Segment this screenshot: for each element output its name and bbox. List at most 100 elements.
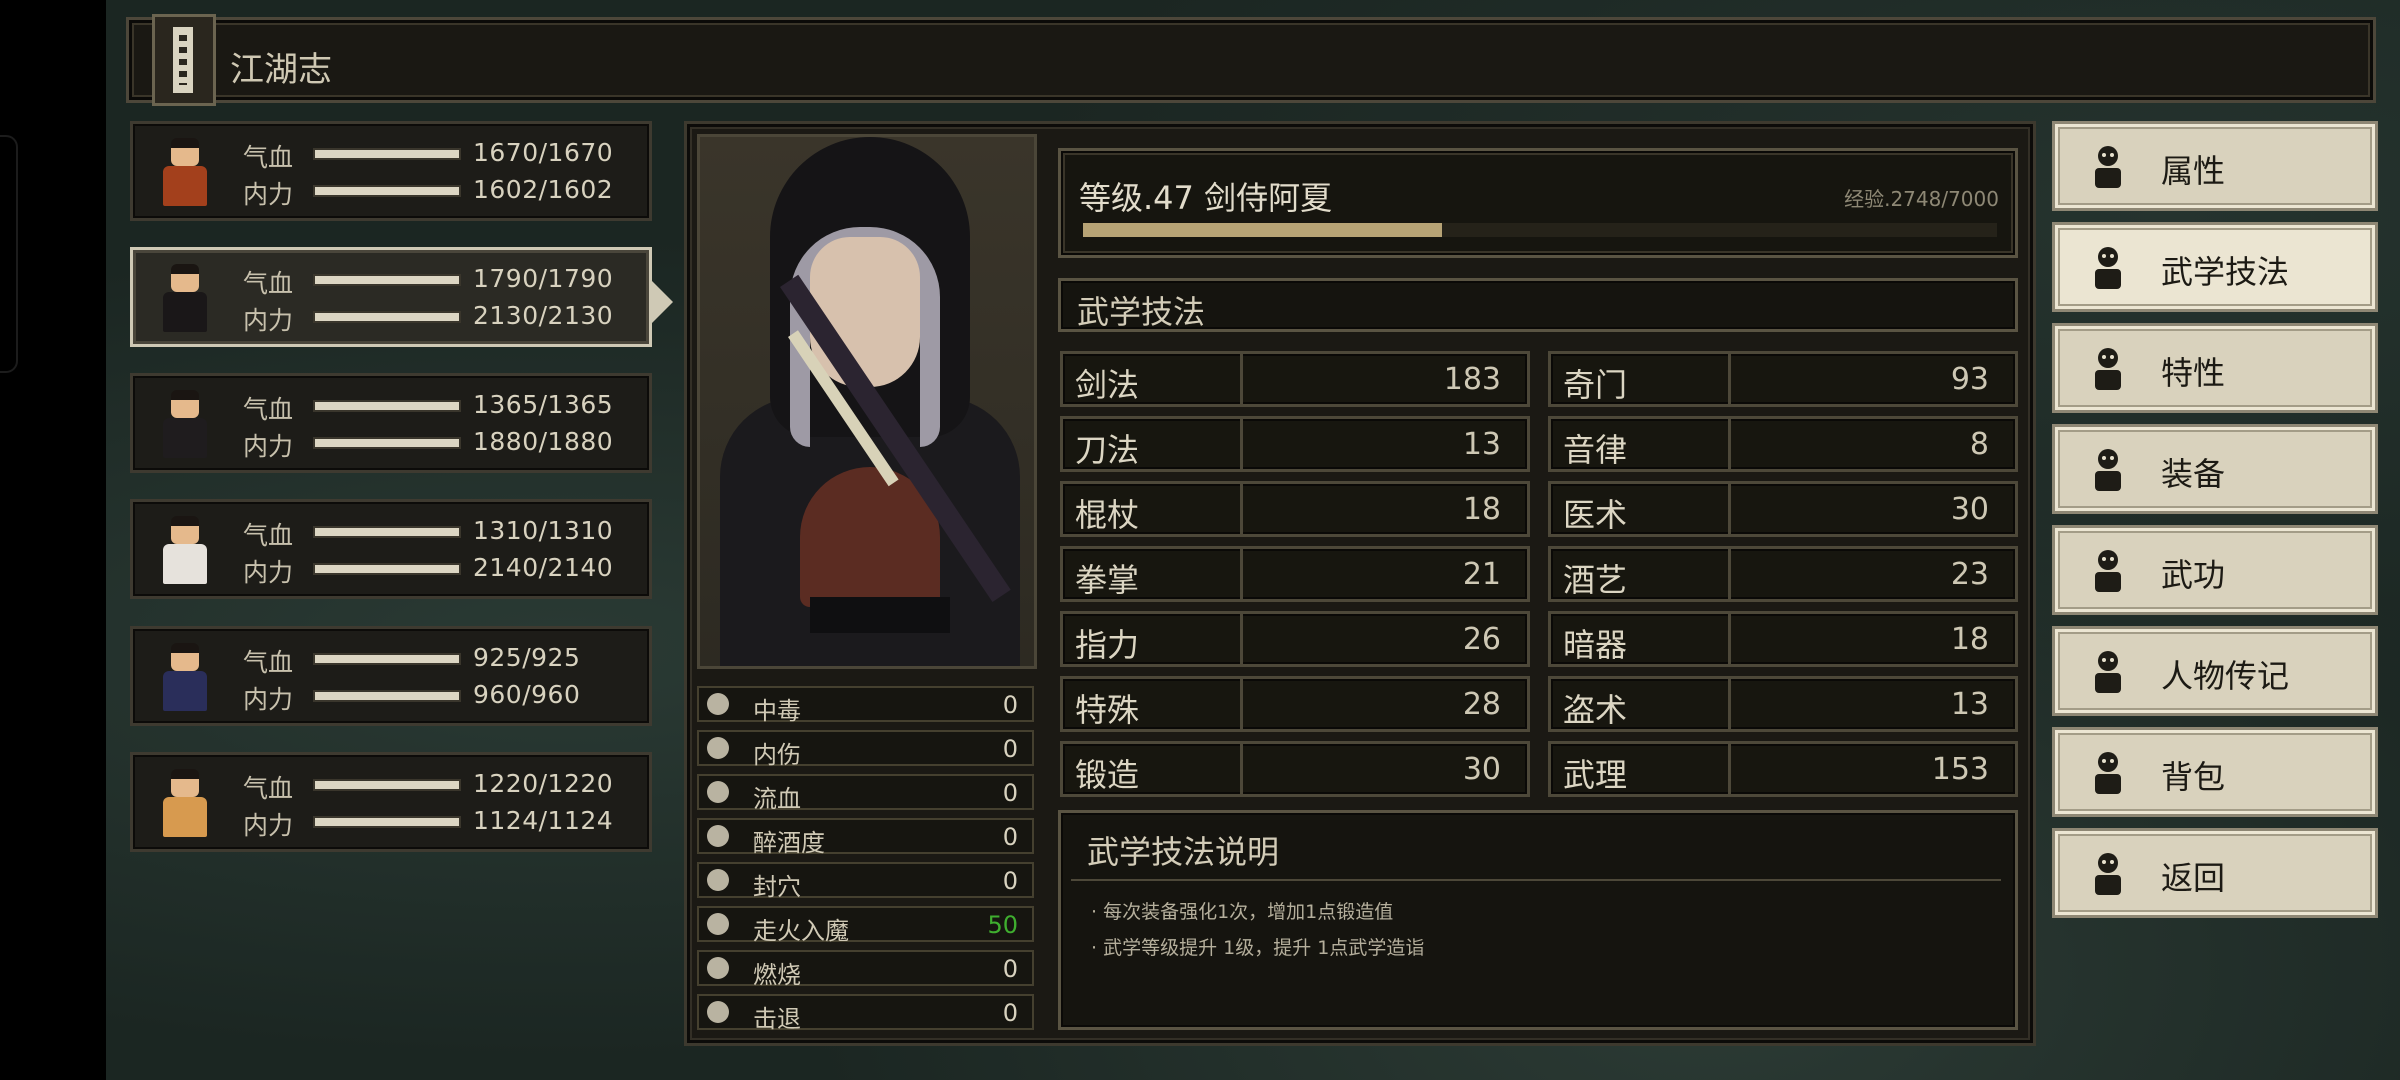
mp-bar xyxy=(313,690,461,702)
skill-cell[interactable]: 酒艺 23 xyxy=(1548,546,2018,602)
skill-name-box: 音律 xyxy=(1551,419,1731,469)
status-label: 内伤 xyxy=(753,741,801,769)
scroll-book-icon xyxy=(152,14,216,106)
exp-text: 经验.2748/7000 xyxy=(1844,187,1999,211)
door-icon xyxy=(2095,853,2121,895)
skill-name-box: 暗器 xyxy=(1551,614,1731,664)
hp-value: 1365/1365 xyxy=(473,390,614,419)
mp-value: 2140/2140 xyxy=(473,553,614,582)
skill-name-box: 武理 xyxy=(1551,744,1731,794)
menu-button[interactable]: 特性 xyxy=(2052,323,2378,413)
mp-value: 1124/1124 xyxy=(473,806,614,835)
skill-name: 武理 xyxy=(1563,756,1628,794)
level-title: 等级.47 剑侍阿夏 xyxy=(1079,179,1333,217)
status-value: 0 xyxy=(1002,823,1018,851)
avatar xyxy=(147,763,223,843)
mp-label: 内力 xyxy=(243,180,294,209)
skill-cell[interactable]: 锻造 30 xyxy=(1060,741,1530,797)
skills-section-header: 武学技法 xyxy=(1058,278,2018,332)
skill-name: 奇门 xyxy=(1563,366,1628,404)
skill-cell[interactable]: 拳掌 21 xyxy=(1060,546,1530,602)
hp-label: 气血 xyxy=(243,395,294,424)
skill-name-box: 指力 xyxy=(1063,614,1243,664)
menu-button[interactable]: 武学技法 xyxy=(2052,222,2378,312)
exp-bar-fill xyxy=(1083,223,1442,237)
avatar xyxy=(147,132,223,212)
description-title: 武学技法说明 xyxy=(1087,833,1280,871)
skill-name: 酒艺 xyxy=(1563,561,1628,599)
hp-label: 气血 xyxy=(243,774,294,803)
phone-edge xyxy=(0,135,18,373)
status-value: 0 xyxy=(1002,691,1018,719)
skill-name-box: 盗术 xyxy=(1551,679,1731,729)
hp-bar xyxy=(313,400,461,412)
skill-cell[interactable]: 刀法 13 xyxy=(1060,416,1530,472)
skill-name: 剑法 xyxy=(1075,366,1140,404)
menu-button[interactable]: 属性 xyxy=(2052,121,2378,211)
hp-bar xyxy=(313,526,461,538)
avatar xyxy=(147,258,223,338)
skill-name-box: 奇门 xyxy=(1551,354,1731,404)
skill-name-box: 拳掌 xyxy=(1063,549,1243,599)
party-member-card[interactable]: 气血 1310/1310 内力 2140/2140 xyxy=(130,499,652,599)
skill-cell[interactable]: 棍杖 18 xyxy=(1060,481,1530,537)
skill-cell[interactable]: 盗术 13 xyxy=(1548,676,2018,732)
mp-bar xyxy=(313,185,461,197)
skill-name-box: 棍杖 xyxy=(1063,484,1243,534)
hp-label: 气血 xyxy=(243,648,294,677)
menu-label: 返回 xyxy=(2161,859,2226,897)
skill-value: 8 xyxy=(1969,427,1989,462)
menu-button[interactable]: 装备 xyxy=(2052,424,2378,514)
party-member-card[interactable]: 气血 1365/1365 内力 1880/1880 xyxy=(130,373,652,473)
mp-value: 1880/1880 xyxy=(473,427,614,456)
menu-button[interactable]: 人物传记 xyxy=(2052,626,2378,716)
menu-label: 武功 xyxy=(2161,556,2226,594)
skill-cell[interactable]: 指力 26 xyxy=(1060,611,1530,667)
mp-bar xyxy=(313,311,461,323)
menu-label: 属性 xyxy=(2161,152,2226,190)
party-member-card[interactable]: 气血 925/925 内力 960/960 xyxy=(130,626,652,726)
skill-name-box: 特殊 xyxy=(1063,679,1243,729)
menu-button[interactable]: 武功 xyxy=(2052,525,2378,615)
hp-bar xyxy=(313,148,461,160)
skill-name: 拳掌 xyxy=(1075,561,1140,599)
level-box: 等级.47 剑侍阿夏 经验.2748/7000 xyxy=(1058,148,2018,258)
skill-value: 13 xyxy=(1950,687,1989,722)
skill-value: 18 xyxy=(1462,492,1501,527)
skill-value: 21 xyxy=(1462,557,1501,592)
skill-name-box: 锻造 xyxy=(1063,744,1243,794)
skill-cell[interactable]: 暗器 18 xyxy=(1548,611,2018,667)
scroll-icon xyxy=(2095,651,2121,693)
skill-cell[interactable]: 剑法 183 xyxy=(1060,351,1530,407)
manual-book-icon xyxy=(2095,550,2121,592)
menu-button[interactable]: 背包 xyxy=(2052,727,2378,817)
status-label: 流血 xyxy=(753,785,801,813)
skill-value: 26 xyxy=(1462,622,1501,657)
description-box: 武学技法说明 · 每次装备强化1次，增加1点锻造值 · 武学等级提升 1级，提升… xyxy=(1058,810,2018,1030)
mp-label: 内力 xyxy=(243,306,294,335)
hp-value: 1790/1790 xyxy=(473,264,614,293)
status-row: 走火入魔 50 xyxy=(697,906,1034,945)
divider xyxy=(1071,879,2001,881)
menu-label: 装备 xyxy=(2161,455,2226,493)
menu-label: 背包 xyxy=(2161,758,2226,796)
status-row: 封穴 0 xyxy=(697,862,1034,901)
skill-value: 183 xyxy=(1443,362,1501,397)
menu-button[interactable]: 返回 xyxy=(2052,828,2378,918)
skill-name: 盗术 xyxy=(1563,691,1628,729)
skill-cell[interactable]: 武理 153 xyxy=(1548,741,2018,797)
flame-icon xyxy=(707,957,729,979)
party-member-card[interactable]: 气血 1670/1670 内力 1602/1602 xyxy=(130,121,652,221)
skill-cell[interactable]: 奇门 93 xyxy=(1548,351,2018,407)
acupoint-icon xyxy=(707,869,729,891)
party-member-card[interactable]: 气血 1220/1220 内力 1124/1124 xyxy=(130,752,652,852)
skill-name-box: 剑法 xyxy=(1063,354,1243,404)
trait-figure-icon xyxy=(2095,348,2121,390)
skill-cell[interactable]: 特殊 28 xyxy=(1060,676,1530,732)
hp-label: 气血 xyxy=(243,269,294,298)
skill-cell[interactable]: 音律 8 xyxy=(1548,416,2018,472)
party-member-card[interactable]: 气血 1790/1790 内力 2130/2130 xyxy=(130,247,652,347)
skill-name: 指力 xyxy=(1075,626,1140,664)
skill-cell[interactable]: 医术 30 xyxy=(1548,481,2018,537)
status-label: 中毒 xyxy=(753,697,801,725)
